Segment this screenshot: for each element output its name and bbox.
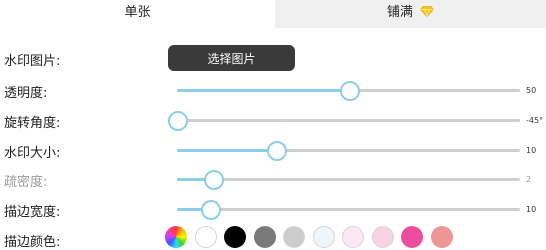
tab-tile-label: 铺满: [386, 5, 413, 20]
opacity-slider[interactable]: [177, 81, 520, 101]
opacity-label: 透明度:: [4, 86, 48, 101]
rotation-label: 旋转角度:: [4, 116, 61, 131]
select-image-button[interactable]: 选择图片: [168, 45, 295, 71]
size-value: 10: [526, 146, 537, 155]
density-slider[interactable]: [177, 170, 520, 190]
color-swatch[interactable]: [312, 226, 335, 248]
density-value: 2: [526, 175, 532, 184]
opacity-value: 50: [526, 86, 537, 95]
density-slider-thumb[interactable]: [204, 170, 224, 190]
color-swatch[interactable]: [401, 226, 423, 248]
density-label: 疏密度:: [4, 175, 48, 190]
tab-single-label: 单张: [124, 5, 151, 20]
color-swatch[interactable]: [283, 226, 305, 248]
diamond-icon: [420, 6, 435, 17]
border-width-slider-thumb[interactable]: [201, 200, 222, 220]
tab-bar: 单张 铺满: [0, 0, 546, 28]
color-swatch[interactable]: [224, 226, 246, 248]
tab-tile[interactable]: 铺满: [275, 0, 546, 28]
color-picker-swatch[interactable]: [165, 226, 187, 248]
opacity-slider-thumb[interactable]: [339, 81, 360, 101]
border-width-slider[interactable]: [177, 200, 520, 220]
rotation-slider-thumb[interactable]: [168, 111, 188, 131]
color-swatch[interactable]: [253, 226, 276, 248]
size-label: 水印大小:: [4, 146, 61, 161]
rotation-value: -45°: [526, 116, 544, 125]
size-slider-fill: [177, 149, 277, 152]
color-swatch[interactable]: [194, 226, 217, 248]
border-width-value: 10: [526, 205, 537, 214]
watermark-image-label: 水印图片:: [4, 54, 61, 69]
tab-single[interactable]: 单张: [0, 0, 275, 28]
border-width-label: 描边宽度:: [4, 205, 61, 220]
size-slider[interactable]: [177, 141, 520, 161]
color-swatch[interactable]: [371, 226, 394, 248]
color-swatch[interactable]: [342, 226, 364, 248]
rotation-slider[interactable]: [168, 111, 520, 131]
border-color-label: 描边颜色:: [4, 235, 61, 250]
color-swatch[interactable]: [430, 226, 453, 248]
opacity-slider-fill: [177, 89, 349, 92]
size-slider-thumb[interactable]: [267, 141, 288, 161]
